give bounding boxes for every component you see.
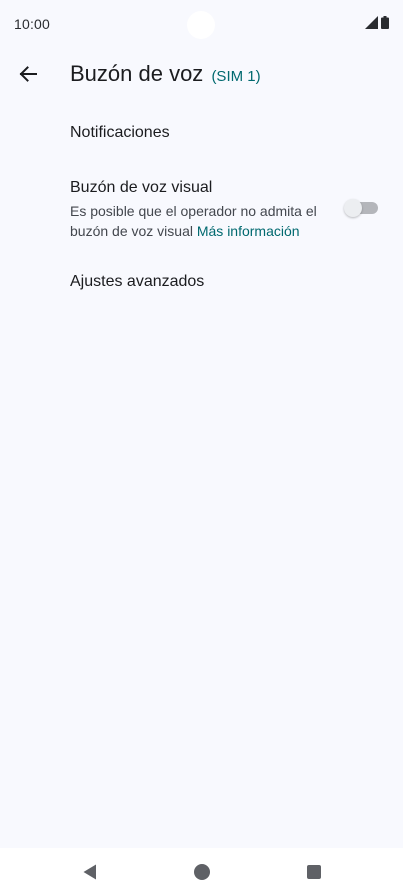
- arrow-back-icon: [19, 66, 37, 82]
- notifications-title: Notificaciones: [70, 124, 170, 141]
- battery-icon: [381, 16, 389, 29]
- status-bar: 10:00: [0, 0, 403, 48]
- page-title-text: Buzón de voz: [70, 61, 204, 86]
- nav-home-icon: [194, 864, 210, 880]
- visual-voicemail-summary: Es posible que el operador no admita el …: [70, 201, 332, 241]
- app-bar: Buzón de voz (SIM 1): [0, 52, 403, 98]
- nav-back-button[interactable]: [78, 860, 102, 884]
- more-info-link[interactable]: Más información: [197, 223, 300, 239]
- status-time: 10:00: [14, 16, 51, 32]
- sim-label: (SIM 1): [211, 68, 261, 85]
- visual-voicemail-title: Buzón de voz visual: [70, 179, 213, 196]
- nav-recents-button[interactable]: [302, 860, 326, 884]
- navigation-bar: [0, 848, 403, 896]
- advanced-settings-item[interactable]: Ajustes avanzados: [70, 273, 204, 291]
- nav-back-icon: [83, 864, 96, 880]
- visual-voicemail-toggle[interactable]: [344, 199, 378, 217]
- nav-recents-icon: [307, 865, 321, 879]
- advanced-settings-title: Ajustes avanzados: [70, 273, 205, 290]
- nav-home-button[interactable]: [190, 860, 214, 884]
- page-title: Buzón de voz (SIM 1): [70, 61, 261, 87]
- visual-voicemail-item[interactable]: Buzón de voz visual Es posible que el op…: [70, 179, 332, 241]
- signal-icon: [365, 16, 378, 29]
- camera-cutout: [187, 11, 215, 39]
- toggle-thumb: [344, 199, 362, 217]
- back-button[interactable]: [10, 56, 46, 92]
- notifications-item[interactable]: Notificaciones: [70, 124, 170, 142]
- status-icons: [365, 16, 389, 29]
